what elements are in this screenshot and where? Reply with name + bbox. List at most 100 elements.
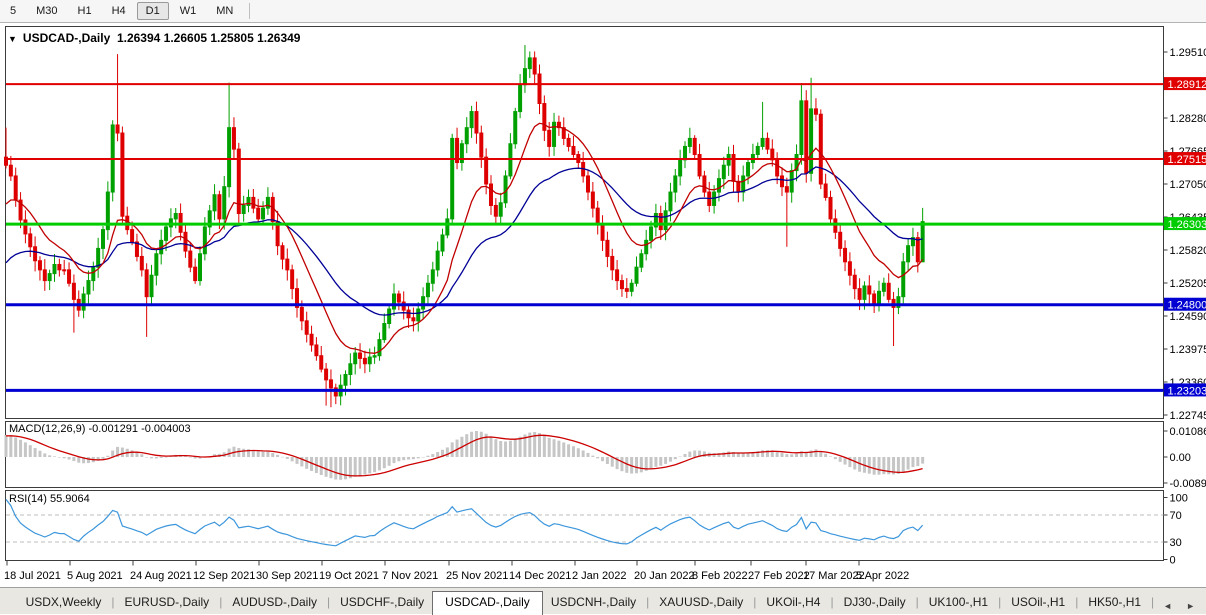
chart-tab-dj30[interactable]: DJ30-,Daily <box>836 592 914 614</box>
candle-body <box>68 270 71 283</box>
candle-body <box>291 270 294 289</box>
chart-area[interactable]: 1.295101.282801.276651.270501.264351.258… <box>0 0 1206 614</box>
candle-body <box>121 133 124 216</box>
macd-histogram-bar <box>378 457 381 470</box>
macd-histogram-bar <box>911 457 914 467</box>
timeframe-toolbar: 5M30H1H4D1W1MN <box>0 0 1206 23</box>
candle-body <box>34 247 37 261</box>
candle-body <box>528 58 531 69</box>
date-label: 2 Jan 2022 <box>572 570 626 582</box>
macd-axis-label: 0.00 <box>1170 452 1191 464</box>
candle-body <box>717 179 720 192</box>
timeframe-button-w1[interactable]: W1 <box>171 2 206 20</box>
macd-histogram-bar <box>29 445 32 457</box>
macd-histogram-bar <box>422 457 425 458</box>
candle-body <box>761 138 764 146</box>
price-level-badge-label: 1.26303 <box>1168 219 1206 231</box>
macd-name: MACD(12,26,9) <box>9 423 85 435</box>
mt4-terminal: { "toolbar": { "timeframes": [ {"label":… <box>0 0 1206 614</box>
chart-tab-uk100[interactable]: UK100-,H1 <box>921 592 996 614</box>
macd-histogram-bar <box>34 448 37 457</box>
macd-histogram-bar <box>640 457 643 472</box>
timeframe-button-h1[interactable]: H1 <box>69 2 101 20</box>
candle-body <box>630 283 633 291</box>
rsi-name: RSI(14) <box>9 493 47 505</box>
candle-body <box>591 192 594 208</box>
chart-tab-usoil[interactable]: USOil-,H1 <box>1003 592 1073 614</box>
macd-histogram-bar <box>921 457 924 464</box>
candle-body <box>247 197 250 205</box>
chart-tab-eurusd[interactable]: EURUSD-,Daily <box>117 592 218 614</box>
candle-body <box>203 227 206 254</box>
macd-histogram-bar <box>9 436 12 457</box>
macd-histogram-bar <box>431 454 434 457</box>
candle-body <box>165 227 168 240</box>
candle-body <box>305 321 308 334</box>
scroll-right-icon[interactable]: ► <box>1179 598 1202 614</box>
candle-body <box>781 176 784 187</box>
candle-body <box>194 267 197 280</box>
macd-histogram-bar <box>514 439 517 457</box>
price-tick-label: 1.23975 <box>1170 344 1206 356</box>
macd-histogram-bar <box>654 457 657 467</box>
macd-histogram-bar <box>242 449 245 457</box>
scroll-left-icon[interactable]: ◄ <box>1156 598 1179 614</box>
candle-body <box>451 138 454 218</box>
chevron-down-icon[interactable]: ▼ <box>8 34 17 44</box>
candle-body <box>538 74 541 104</box>
chart-tab-usdchf[interactable]: USDCHF-,Daily <box>332 592 432 614</box>
candle-body <box>470 112 473 128</box>
timeframe-button-mn[interactable]: MN <box>207 2 242 20</box>
chart-tab-usdcad[interactable]: USDCAD-,Daily <box>432 591 543 615</box>
macd-indicator-label: MACD(12,26,9) -0.001291 -0.004003 <box>9 423 191 435</box>
panel-frames <box>6 27 1164 561</box>
candle-body <box>72 283 75 299</box>
macd-axis-label: 0.010869 <box>1170 426 1206 438</box>
macd-histogram-bar <box>145 457 148 458</box>
candle-body <box>494 205 497 216</box>
chart-tab-usdcnh[interactable]: USDCNH-,Daily <box>543 592 644 614</box>
candle-body <box>844 248 847 261</box>
candle-body <box>543 104 546 131</box>
price-tick-label: 1.25205 <box>1170 278 1206 290</box>
macd-histogram-bar <box>703 451 706 457</box>
timeframe-button-m30[interactable]: M30 <box>27 2 66 20</box>
candle-body <box>776 160 779 176</box>
macd-histogram-bar <box>266 452 269 457</box>
candle-body <box>325 369 328 380</box>
candle-body <box>174 214 177 219</box>
candle-body <box>650 227 653 240</box>
chart-tab-hk50[interactable]: HK50-,H1 <box>1080 592 1149 614</box>
chart-tab-ukoil[interactable]: UKOil-,H4 <box>758 592 828 614</box>
macd-histogram-bar <box>538 433 541 457</box>
macd-histogram-bar <box>897 457 900 474</box>
timeframe-button-d1[interactable]: D1 <box>137 2 169 20</box>
macd-histogram-bar <box>417 457 420 458</box>
timeframe-button-h4[interactable]: H4 <box>103 2 135 20</box>
candle-body <box>853 275 856 288</box>
candle-body <box>722 165 725 178</box>
chart-tab-audusd[interactable]: AUDUSD-,Daily <box>224 592 325 614</box>
macd-histogram-bar <box>257 451 260 457</box>
macd-histogram-bar <box>679 457 682 458</box>
macd-axis-label: -0.008974 <box>1170 478 1206 490</box>
tab-separator: | <box>109 592 116 614</box>
macd-histogram-bar <box>562 442 565 457</box>
candle-body <box>858 289 861 300</box>
candle-body <box>475 112 478 133</box>
chart-tab-xauusd[interactable]: XAUUSD-,Daily <box>651 592 751 614</box>
timeframe-button-5[interactable]: 5 <box>1 2 25 20</box>
candle-body <box>882 283 885 291</box>
candle-body <box>616 270 619 281</box>
candle-body <box>150 275 153 296</box>
macd-histogram-bar <box>194 457 197 459</box>
candle-body <box>441 235 444 251</box>
macd-histogram-bar <box>659 457 662 466</box>
macd-histogram-bar <box>19 440 22 457</box>
candle-body <box>805 101 808 173</box>
candle-body <box>635 267 638 283</box>
candle-body <box>480 133 483 157</box>
macd-histogram-bar <box>38 451 41 457</box>
chart-tab-usdx[interactable]: USDX,Weekly <box>18 592 110 614</box>
rsi-panel-frame <box>6 491 1164 561</box>
